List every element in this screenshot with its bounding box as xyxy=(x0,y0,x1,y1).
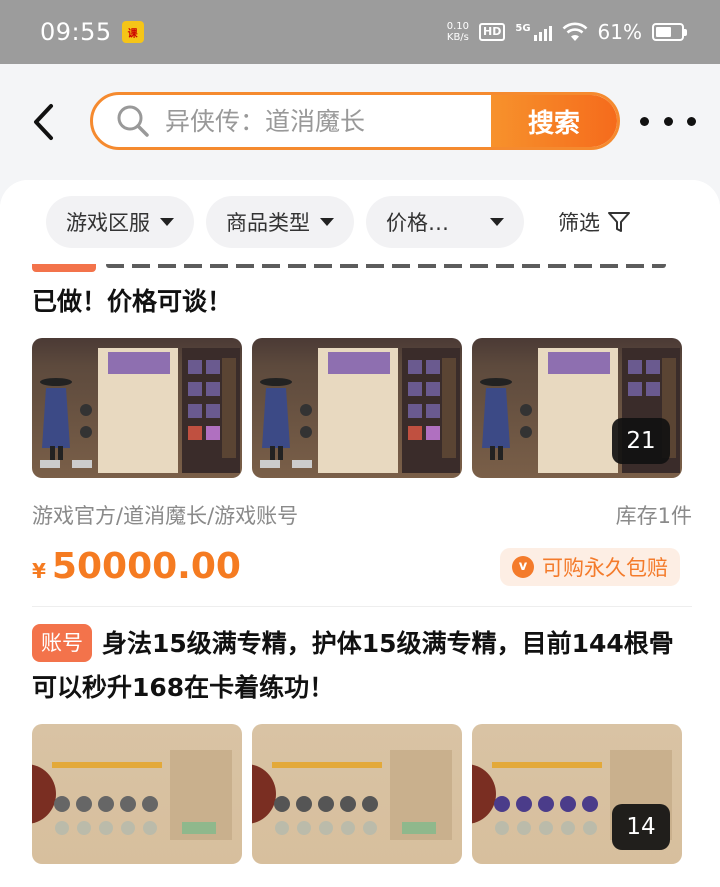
search-button[interactable]: 搜索 xyxy=(491,95,617,147)
price-filter-label: 价格… xyxy=(386,211,449,235)
listing-title: 账号 身法15级满专精，护体15级满专精，目前144根骨可以秒升168在卡着练功！ xyxy=(32,622,692,710)
game-screenshot-image xyxy=(260,348,460,473)
search-icon xyxy=(113,101,153,141)
status-bar: 09:55 课 0.10 KB/s HD 5G 61% xyxy=(0,0,720,64)
results-panel: 游戏区服 商品类型 价格… 筛选 已做！价格可谈！ 21 游戏官方/道消魔长/游… xyxy=(0,180,720,887)
caret-down-icon xyxy=(320,218,334,226)
caret-down-icon xyxy=(490,218,504,226)
listing-image[interactable] xyxy=(252,724,462,864)
listing-card[interactable]: 账号 身法15级满专精，护体15级满专精，目前144根骨可以秒升168在卡着练功！ xyxy=(32,622,692,864)
chevron-left-icon xyxy=(34,104,53,140)
image-strip: 21 xyxy=(32,338,692,478)
status-indicators: 0.10 KB/s HD 5G 61% xyxy=(447,20,687,44)
app-notification-icon: 课 xyxy=(121,21,144,43)
filter-label: 筛选 xyxy=(558,211,600,235)
network-speed: 0.10 KB/s xyxy=(447,21,469,43)
price-filter-dropdown[interactable]: 价格… xyxy=(366,196,524,248)
guarantee-badge: v 可购永久包赔 xyxy=(500,547,680,586)
listing-meta: 游戏官方/道消魔长/游戏账号 库存1件 xyxy=(32,500,692,530)
image-count-badge: 14 xyxy=(612,804,670,850)
network-type: 5G xyxy=(515,23,531,34)
listing-image[interactable] xyxy=(32,724,242,864)
battery-percent: 61% xyxy=(597,20,642,44)
listing-title-text: 身法15级满专精，护体15级满专精，目前144根骨可以秒升168在卡着练功！ xyxy=(32,629,674,702)
battery-level xyxy=(656,27,671,37)
listing-path: 游戏官方/道消魔长/游戏账号 xyxy=(32,504,299,528)
status-time: 09:55 xyxy=(40,18,112,46)
price: ¥ 50000.00 xyxy=(32,546,241,587)
divider xyxy=(32,606,692,607)
battery-icon xyxy=(652,23,687,41)
filter-button[interactable]: 筛选 xyxy=(558,207,632,237)
game-screenshot-image xyxy=(40,348,240,473)
listing-image[interactable]: 21 xyxy=(472,338,682,478)
caret-down-icon xyxy=(160,218,174,226)
listing-card[interactable]: 已做！价格可谈！ 21 游戏官方/道消魔长/游戏账号 库存1件 ¥ 50000.… xyxy=(32,280,692,587)
image-count-badge: 21 xyxy=(612,418,670,464)
image-strip: 14 xyxy=(32,724,692,864)
search-header: 搜索 xyxy=(0,64,720,180)
price-value: 50000.00 xyxy=(51,546,241,587)
game-screenshot-image xyxy=(32,750,232,840)
price-row: ¥ 50000.00 v 可购永久包赔 xyxy=(32,546,692,587)
guarantee-icon: v xyxy=(512,555,534,578)
network-speed-unit: KB/s xyxy=(446,32,469,43)
funnel-icon xyxy=(608,212,630,232)
hd-icon: HD xyxy=(479,23,506,41)
more-dot-icon xyxy=(663,116,673,126)
listing-image[interactable] xyxy=(252,338,462,478)
listing-image[interactable] xyxy=(32,338,242,478)
server-filter-dropdown[interactable]: 游戏区服 xyxy=(46,196,194,248)
game-screenshot-image xyxy=(252,750,452,840)
listing-image[interactable]: 14 xyxy=(472,724,682,864)
guarantee-label: 可购永久包赔 xyxy=(542,555,668,580)
search-bar: 搜索 xyxy=(90,92,620,150)
stock-label: 库存1件 xyxy=(615,504,692,528)
more-options-button[interactable] xyxy=(640,108,696,134)
server-filter-label: 游戏区服 xyxy=(66,211,150,235)
tag-badge: 账号 xyxy=(32,624,92,662)
cellular-signal-icon: 5G xyxy=(515,23,552,41)
listing-title: 已做！价格可谈！ xyxy=(32,287,233,316)
more-dot-icon xyxy=(687,116,696,126)
filter-bar: 游戏区服 商品类型 价格… 筛选 xyxy=(0,180,720,264)
category-filter-label: 商品类型 xyxy=(226,211,310,235)
category-filter-dropdown[interactable]: 商品类型 xyxy=(206,196,354,248)
more-dot-icon xyxy=(640,116,649,126)
search-input[interactable] xyxy=(153,95,491,147)
back-button[interactable] xyxy=(26,100,60,144)
network-speed-value: 0.10 xyxy=(446,21,470,32)
wifi-icon xyxy=(562,22,587,41)
currency-symbol: ¥ xyxy=(32,559,46,583)
